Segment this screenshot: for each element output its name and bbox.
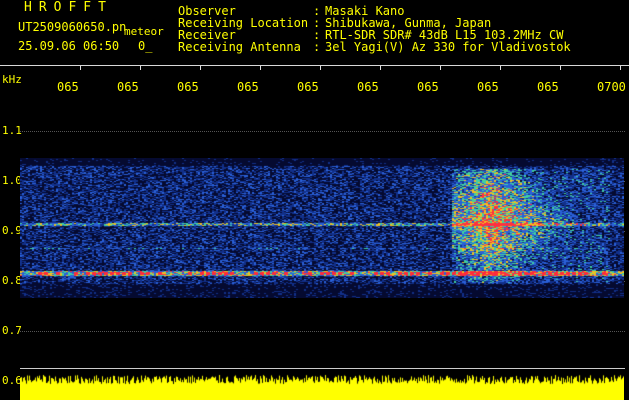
time-tick-label: 065 (237, 80, 259, 94)
frequency-grid-line (20, 331, 625, 333)
meteor-count: 0_ (138, 39, 153, 53)
time-tick-label: 065 (417, 80, 439, 94)
time-tick-mark (200, 66, 201, 70)
time-tick-label: 0700 (597, 80, 626, 94)
time-tick-mark (140, 66, 141, 70)
app-title: HROFFT (24, 0, 113, 15)
datetime-stamp: 25.09.06 06:50 (18, 39, 120, 53)
frequency-grid-line (20, 131, 625, 133)
time-tick-mark (560, 66, 561, 70)
frequency-tick-label: 0.6 (2, 374, 22, 387)
spectrogram-display (20, 158, 624, 298)
antenna-separator: : (313, 40, 321, 54)
time-tick-label: 065 (117, 80, 139, 94)
frequency-tick-label: 1.1 (2, 124, 22, 137)
time-tick-mark (80, 66, 81, 70)
meteor-label: meteor (124, 25, 164, 38)
time-tick-label: 065 (297, 80, 319, 94)
time-tick-label: 065 (177, 80, 199, 94)
antenna-value: 3el Yagi(V) Az 330 for Vladivostok (325, 40, 571, 54)
frequency-tick-label: 1.0 (2, 174, 22, 187)
frequency-tick-label: 0.8 (2, 274, 22, 287)
file-name: UT2509060650.pn (18, 20, 127, 34)
header-divider (0, 65, 629, 66)
time-tick-mark (500, 66, 501, 70)
time-tick-mark (620, 66, 621, 70)
time-tick-label: 065 (477, 80, 499, 94)
time-tick-mark (380, 66, 381, 70)
time-tick-mark (320, 66, 321, 70)
time-tick-mark (440, 66, 441, 70)
time-tick-label: 065 (357, 80, 379, 94)
frequency-tick-label: 0.7 (2, 324, 22, 337)
time-tick-label: 065 (537, 80, 559, 94)
frequency-tick-label: 0.9 (2, 224, 22, 237)
time-tick-label: 065 (57, 80, 79, 94)
time-tick-mark (260, 66, 261, 70)
signal-strength-bar (20, 370, 624, 400)
antenna-label: Receiving Antenna (178, 40, 301, 54)
frequency-unit-label: kHz (2, 73, 22, 86)
